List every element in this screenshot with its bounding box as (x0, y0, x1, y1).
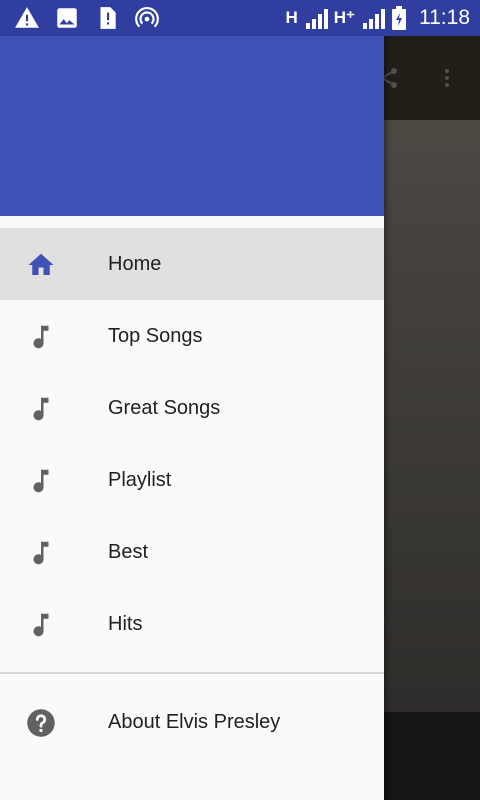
menu-item-best[interactable]: Best (0, 516, 384, 588)
menu-item-label: Playlist (108, 468, 172, 491)
network-type-1: H (285, 8, 298, 27)
warning-icon (15, 7, 39, 28)
menu-item-great-songs[interactable]: Great Songs (0, 372, 384, 444)
signal-icon (305, 9, 328, 29)
menu-item-home[interactable]: Home (0, 228, 384, 300)
sim-alert-icon (100, 7, 116, 29)
menu-item-hits[interactable]: Hits (0, 588, 384, 660)
menu-item-label: Home (108, 252, 162, 275)
music-note-icon (33, 613, 49, 637)
menu-item-top-songs[interactable]: Top Songs (0, 300, 384, 372)
drawer-menu: Home Top Songs Great Songs Playlist Best (0, 228, 384, 660)
menu-item-label: Best (108, 540, 149, 563)
menu-item-label: Top Songs (108, 324, 203, 347)
status-bar: H H⁺ 11:18 (0, 0, 480, 36)
clock: 11:18 (419, 6, 470, 29)
signal-icon (363, 9, 385, 29)
navigation-drawer: Home Top Songs Great Songs Playlist Best (0, 0, 384, 800)
battery-icon (392, 6, 406, 30)
menu-item-about[interactable]: About Elvis Presley (0, 686, 384, 758)
drawer-divider (0, 672, 384, 674)
menu-item-label: Hits (108, 612, 143, 635)
music-note-icon (33, 325, 49, 349)
menu-item-label: Great Songs (108, 396, 221, 419)
menu-item-label: About Elvis Presley (108, 710, 281, 733)
music-note-icon (33, 469, 49, 493)
home-icon (28, 253, 54, 275)
music-note-icon (33, 541, 49, 565)
hotspot-icon (135, 7, 159, 28)
image-icon (57, 8, 77, 28)
menu-item-playlist[interactable]: Playlist (0, 444, 384, 516)
music-note-icon (33, 397, 49, 421)
network-type-2: H⁺ (333, 8, 355, 27)
help-icon (27, 709, 55, 737)
drawer-header (0, 36, 384, 216)
